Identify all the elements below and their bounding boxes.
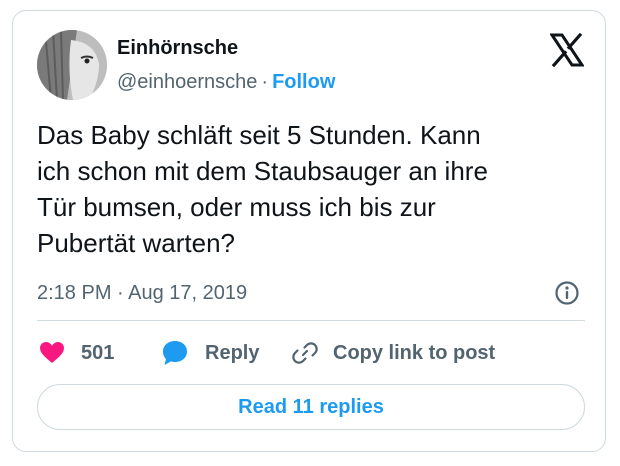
- divider: [37, 320, 585, 321]
- info-icon[interactable]: [554, 280, 580, 306]
- reply-label: Reply: [205, 341, 260, 364]
- avatar[interactable]: [37, 30, 107, 100]
- copy-link-label: Copy link to post: [333, 341, 496, 364]
- read-replies-button[interactable]: Read 11 replies: [37, 384, 585, 430]
- separator-dot: ·: [261, 71, 269, 93]
- like-button[interactable]: 501: [39, 338, 114, 368]
- follow-button[interactable]: Follow: [272, 71, 335, 93]
- reply-bubble-icon: [163, 341, 187, 365]
- author-handle[interactable]: @einhoernsche: [117, 71, 257, 93]
- author-name[interactable]: Einhörnsche: [117, 37, 238, 60]
- like-count: 501: [81, 341, 115, 364]
- heart-icon: [40, 342, 64, 363]
- reply-button[interactable]: Reply: [161, 338, 259, 368]
- author-handle-row: @einhoernsche · Follow: [117, 71, 335, 94]
- tweet-text: Das Baby schläft seit 5 Stunden. Kann ic…: [37, 120, 488, 258]
- tweet-timestamp[interactable]: 2:18 PM · Aug 17, 2019: [37, 282, 247, 305]
- copy-link-button[interactable]: Copy link to post: [291, 338, 495, 368]
- tweet-card: Einhörnsche @einhoernsche · Follow Das Bab…: [12, 10, 606, 452]
- x-logo-icon[interactable]: [549, 32, 585, 68]
- link-icon: [292, 342, 318, 364]
